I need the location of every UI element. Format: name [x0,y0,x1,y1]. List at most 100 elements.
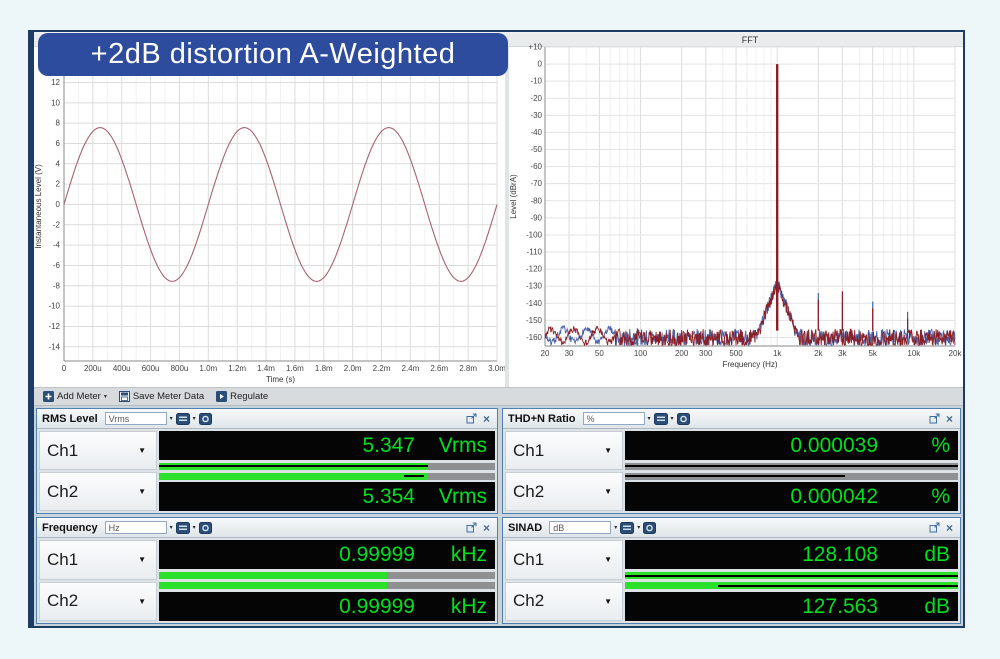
meter-body: Ch1▼ Ch2▼ 0.000039% 0.000042% [503,429,960,513]
chevron-down-icon: ▼ [604,555,612,564]
svg-text:200u: 200u [84,364,102,373]
unit-selector-value: % [587,414,595,424]
meter-title: SINAD [508,522,542,534]
chevron-down-icon: ▼ [138,446,146,455]
meters-area: RMS Level Vrms ▾ ▾ × Ch1 ▼ Ch2 ▼ [34,406,963,626]
meter-settings-icon[interactable] [199,522,212,534]
unit-selector[interactable]: Hz [105,521,167,534]
svg-text:2.0m: 2.0m [344,364,362,373]
chevron-down-icon[interactable]: ▾ [193,415,196,422]
svg-text:300: 300 [699,349,713,358]
close-icon[interactable]: × [944,414,955,424]
meter-display-ch1: 0.99999kHz [159,540,495,569]
save-meter-data-button[interactable]: Save Meter Data [114,389,209,404]
meter-panel-rms-level: RMS Level Vrms ▾ ▾ × Ch1 ▼ Ch2▼ [36,408,498,514]
unit-selector[interactable]: dB [549,521,611,534]
svg-text:-80: -80 [530,196,542,205]
chevron-down-icon[interactable]: ▾ [170,415,173,422]
close-icon[interactable]: × [481,414,492,424]
level-bar-ch1 [625,463,958,470]
save-icon [119,391,130,402]
meter-display-ch1: 128.108dB [625,540,958,569]
channel-selector-ch1[interactable]: Ch1▼ [505,540,623,580]
meter-value: 127.563 [802,595,878,619]
channel-selector-ch1[interactable]: Ch1 ▼ [39,540,157,580]
svg-text:8: 8 [56,119,61,128]
channel-label: Ch1 [513,441,544,461]
svg-text:-30: -30 [530,111,542,120]
chevron-down-icon[interactable]: ▾ [637,524,640,531]
regulate-button[interactable]: Regulate [211,389,273,404]
meter-toolbar: Add Meter ▾ Save Meter Data Regulate [34,387,963,406]
svg-text:-8: -8 [53,281,61,290]
svg-text:20: 20 [541,349,550,358]
svg-text:50: 50 [595,349,604,358]
chevron-down-icon: ▼ [138,555,146,564]
meter-unit: dB [878,595,950,619]
meter-settings-icon[interactable] [643,522,656,534]
channel-selector-ch2[interactable]: Ch2▼ [505,582,623,622]
svg-text:200: 200 [675,349,689,358]
svg-text:-130: -130 [526,282,543,291]
svg-text:600u: 600u [142,364,160,373]
svg-text:800u: 800u [171,364,189,373]
popout-icon[interactable] [466,522,478,533]
add-meter-button[interactable]: Add Meter ▾ [38,389,112,404]
svg-text:+10: +10 [528,43,542,52]
desktop-background: 121086420-2-4-6-8-10-12-140200u400u600u8… [0,0,1000,659]
meter-display-ch2: 127.563dB [625,592,958,621]
channel-label: Ch1 [47,550,78,570]
meter-display-icon[interactable] [620,522,634,534]
meter-display-icon[interactable] [176,522,190,534]
chevron-down-icon[interactable]: ▾ [671,415,674,422]
channel-label: Ch1 [47,441,78,461]
chevron-down-icon[interactable]: ▾ [104,393,107,400]
meter-title: RMS Level [42,413,98,425]
svg-text:-140: -140 [526,299,543,308]
svg-text:2.4m: 2.4m [402,364,420,373]
channel-label: Ch2 [513,482,544,502]
popout-icon[interactable] [929,522,941,533]
popout-icon[interactable] [466,413,478,424]
meter-title: Frequency [42,522,98,534]
popout-icon[interactable] [929,413,941,424]
channel-selector-ch2[interactable]: Ch2▼ [39,582,157,622]
svg-text:2.2m: 2.2m [373,364,391,373]
meter-settings-icon[interactable] [677,413,690,425]
chevron-down-icon[interactable]: ▾ [648,415,651,422]
svg-text:5k: 5k [868,349,877,358]
svg-text:-2: -2 [53,220,61,229]
svg-text:-110: -110 [527,248,543,257]
unit-selector-value: Vrms [109,414,130,424]
svg-text:12: 12 [51,78,60,87]
banner-text: +2dB distortion A-Weighted [91,38,456,71]
svg-text:2.8m: 2.8m [459,364,477,373]
channel-selector-ch2[interactable]: Ch2▼ [39,472,157,511]
unit-selector[interactable]: Vrms [105,412,167,425]
meter-display-icon[interactable] [176,413,190,425]
channel-selector-ch1[interactable]: Ch1▼ [505,431,623,470]
chevron-down-icon[interactable]: ▾ [614,524,617,531]
scope-panel[interactable]: 121086420-2-4-6-8-10-12-140200u400u600u8… [34,34,505,387]
channel-selector-ch2[interactable]: Ch2 ▼ [505,472,623,511]
meter-panel-thdn-ratio: THD+N Ratio % ▾ ▾ × Ch1▼ Ch2▼ [502,408,961,514]
meter-display-ch1: 0.000039% [625,431,958,460]
svg-text:20k: 20k [949,349,963,358]
level-bar-ch2 [625,473,958,480]
meter-display-icon[interactable] [654,413,668,425]
chevron-down-icon: ▼ [604,487,612,496]
svg-text:-160: -160 [526,333,543,342]
svg-text:0: 0 [56,200,61,209]
meter-value: 0.000042 [790,485,878,509]
unit-selector[interactable]: % [583,412,645,425]
chevron-down-icon[interactable]: ▾ [170,524,173,531]
svg-text:-120: -120 [526,265,543,274]
svg-text:500: 500 [729,349,743,358]
fft-panel[interactable]: +100-10-20-30-40-50-60-70-80-90-100-110-… [509,34,963,387]
channel-selector-ch1[interactable]: Ch1 ▼ [39,431,157,470]
close-icon[interactable]: × [944,523,955,533]
close-icon[interactable]: × [481,523,492,533]
meter-settings-icon[interactable] [199,413,212,425]
chevron-down-icon[interactable]: ▾ [193,524,196,531]
svg-text:Time (s): Time (s) [266,375,295,384]
